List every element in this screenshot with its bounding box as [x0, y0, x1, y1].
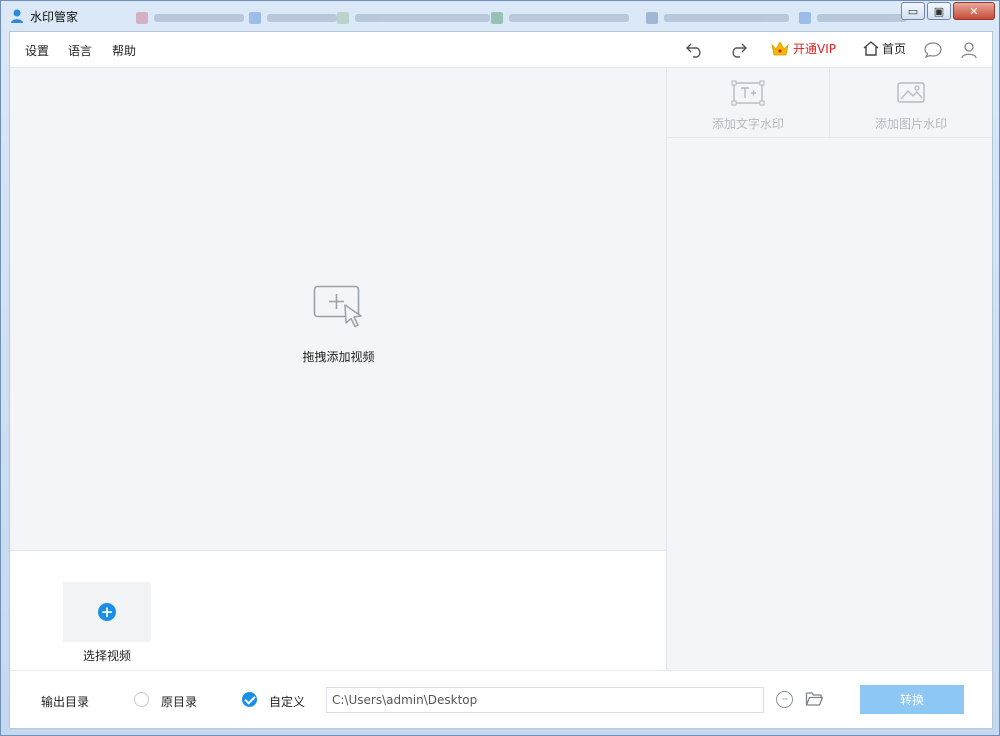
select-video-label[interactable]: 选择视频 — [63, 647, 151, 664]
feedback-button[interactable] — [923, 40, 943, 60]
background-tab-ghost — [646, 11, 789, 25]
background-tab-ghost — [799, 11, 907, 25]
add-image-watermark-label: 添加图片水印 — [874, 117, 947, 131]
add-video-drop-icon — [313, 285, 362, 328]
background-tab-ghost — [491, 11, 629, 25]
home-label: 首页 — [882, 42, 907, 56]
select-video-button[interactable]: + — [63, 582, 151, 642]
output-directory-label: 输出目录 — [41, 695, 90, 709]
undo-icon — [686, 43, 701, 58]
redo-icon — [732, 43, 747, 58]
watermark-tabs: 添加文字水印 添加图片水印 — [667, 68, 992, 138]
video-drop-zone[interactable]: 拖拽添加视频 — [10, 68, 667, 550]
menu-settings[interactable]: 设置 — [25, 42, 49, 59]
drop-zone-label: 拖拽添加视频 — [302, 350, 375, 364]
plus-circle-icon: + — [98, 603, 116, 621]
custom-directory-label[interactable]: 自定义 — [269, 693, 305, 710]
vip-label: 开通VIP — [793, 42, 836, 56]
top-menu-bar: 设置 语言 帮助 开通VIP 首页 — [10, 32, 992, 68]
chat-bubble-icon — [924, 42, 942, 59]
open-vip-button[interactable]: 开通VIP — [770, 40, 836, 57]
maximize-icon: ▣ — [933, 4, 945, 18]
app-window: 水印管家 ▭ ▣ ✕ 设置 语言 帮助 开通VIP 首页 拖拽添加视频 + 选择… — [0, 0, 1000, 736]
app-client-area: 设置 语言 帮助 开通VIP 首页 拖拽添加视频 + 选择视频 添加文字水印 添… — [9, 31, 993, 729]
redo-button[interactable] — [728, 40, 748, 60]
add-text-watermark-label: 添加文字水印 — [711, 117, 784, 131]
close-button[interactable]: ✕ — [953, 2, 995, 20]
convert-button[interactable]: 转换 — [860, 685, 964, 714]
user-icon — [961, 42, 977, 59]
text-watermark-icon — [731, 80, 765, 106]
close-icon: ✕ — [969, 4, 979, 18]
user-account-button[interactable] — [959, 40, 979, 60]
image-watermark-icon — [897, 82, 925, 103]
window-title: 水印管家 — [30, 10, 79, 24]
more-options-icon[interactable]: ··· — [776, 691, 793, 708]
background-tab-ghost — [249, 11, 337, 25]
window-controls: ▭ ▣ ✕ — [899, 2, 995, 20]
title-bar[interactable]: 水印管家 ▭ ▣ ✕ — [1, 1, 1000, 31]
background-tab-ghost — [136, 11, 244, 25]
home-icon — [863, 41, 879, 56]
minimize-icon: ▭ — [907, 4, 919, 18]
output-path-input[interactable] — [326, 687, 764, 713]
maximize-button[interactable]: ▣ — [927, 2, 951, 20]
radio-custom-directory[interactable] — [242, 692, 257, 707]
add-text-watermark-button[interactable]: 添加文字水印 — [667, 68, 829, 138]
original-directory-label[interactable]: 原目录 — [161, 693, 197, 710]
open-folder-icon[interactable] — [805, 690, 824, 707]
watermark-panel: 添加文字水印 添加图片水印 — [667, 68, 992, 670]
crown-icon — [771, 41, 789, 56]
menu-language[interactable]: 语言 — [68, 42, 92, 59]
output-bar: 输出目录 原目录 自定义 ··· 转换 — [10, 670, 992, 728]
app-logo-icon — [11, 9, 23, 23]
minimize-button[interactable]: ▭ — [901, 2, 925, 20]
add-image-watermark-button[interactable]: 添加图片水印 — [829, 68, 991, 138]
radio-original-directory[interactable] — [134, 692, 149, 707]
home-button[interactable]: 首页 — [862, 40, 906, 57]
video-thumbnail-strip: + 选择视频 — [10, 550, 667, 670]
menu-help[interactable]: 帮助 — [112, 42, 136, 59]
background-tab-ghost — [337, 11, 490, 25]
undo-button[interactable] — [685, 40, 705, 60]
